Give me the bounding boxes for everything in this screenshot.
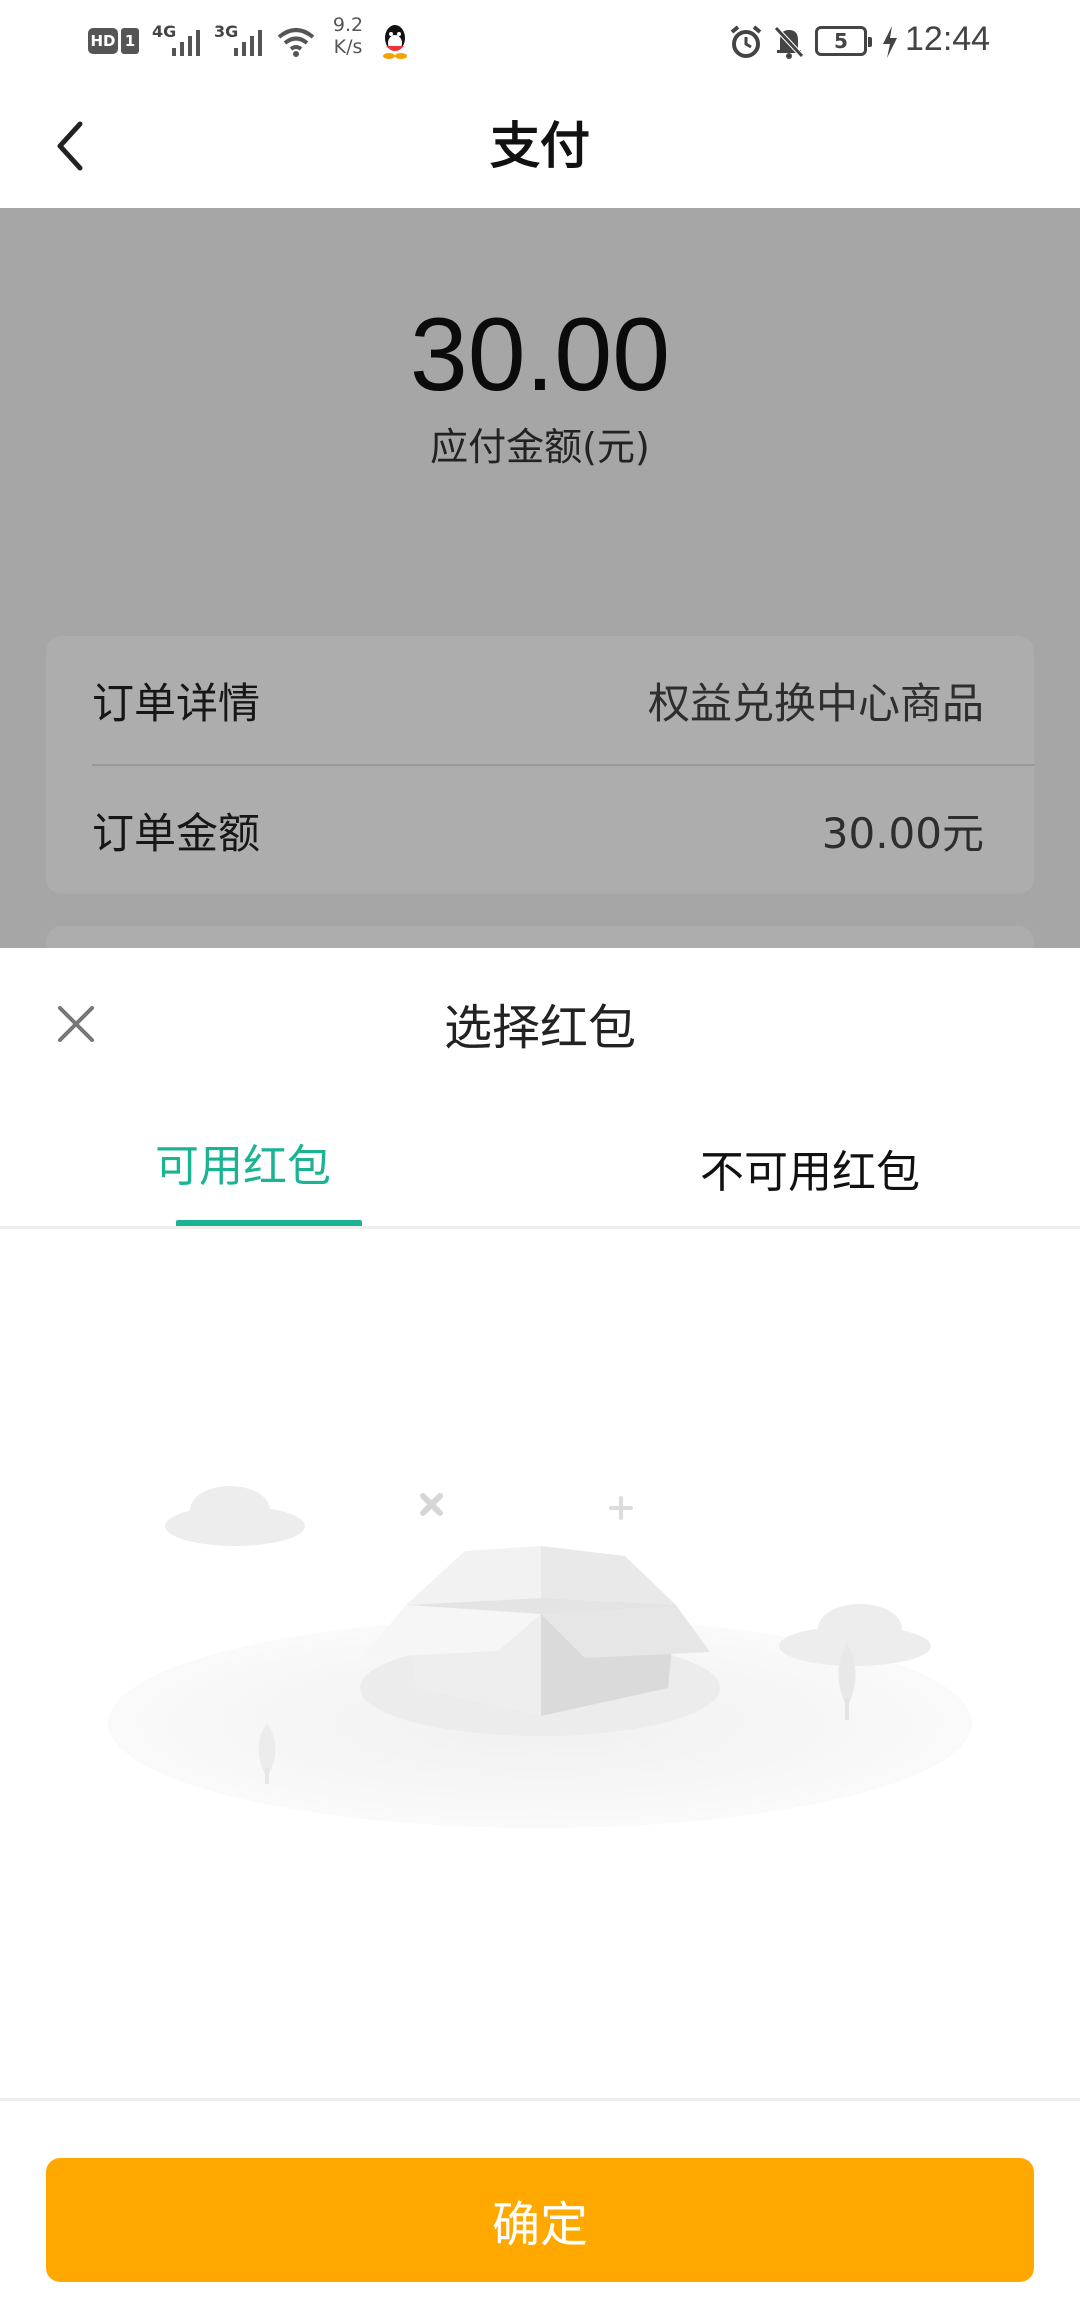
qq-icon bbox=[383, 25, 407, 59]
wifi-icon bbox=[277, 28, 315, 57]
status-bar: HD 1 4G 3G 9.2 K/s 5 12:44 bbox=[0, 0, 1080, 84]
red-packet-tabs: 可用红包 不可用红包 bbox=[0, 1098, 1080, 1228]
cloud-right bbox=[779, 1604, 931, 1666]
sim-icon: 1 bbox=[121, 28, 139, 54]
signal-icon bbox=[234, 30, 262, 56]
tab-unavailable[interactable]: 不可用红包 bbox=[660, 1104, 960, 1232]
clock: 12:44 bbox=[905, 20, 991, 58]
charging-icon bbox=[883, 26, 897, 58]
battery-icon: 5 bbox=[815, 26, 872, 56]
tab-available[interactable]: 可用红包 bbox=[120, 1098, 366, 1226]
red-packet-sheet: 选择红包 可用红包 不可用红包 确定 bbox=[0, 948, 1080, 2312]
hd-voice-icon: HD bbox=[88, 28, 118, 54]
page-title: 支付 bbox=[490, 117, 590, 175]
back-arrow-icon bbox=[57, 121, 83, 171]
cloud-left bbox=[165, 1486, 305, 1546]
sheet-title: 选择红包 bbox=[443, 1000, 636, 1056]
confirm-button[interactable]: 确定 bbox=[46, 2158, 1034, 2282]
divider bbox=[0, 1226, 1080, 1229]
modal-overlay[interactable] bbox=[0, 208, 1080, 948]
back-button[interactable] bbox=[40, 108, 100, 184]
app-header: 支付 bbox=[0, 84, 1080, 208]
empty-box-illustration bbox=[108, 1486, 972, 1828]
signal-icon bbox=[172, 30, 200, 56]
alarm-icon bbox=[730, 25, 762, 58]
mute-notification-icon bbox=[774, 26, 804, 59]
network-speed: 9.2 K/s bbox=[332, 14, 364, 58]
divider bbox=[0, 2098, 1080, 2101]
